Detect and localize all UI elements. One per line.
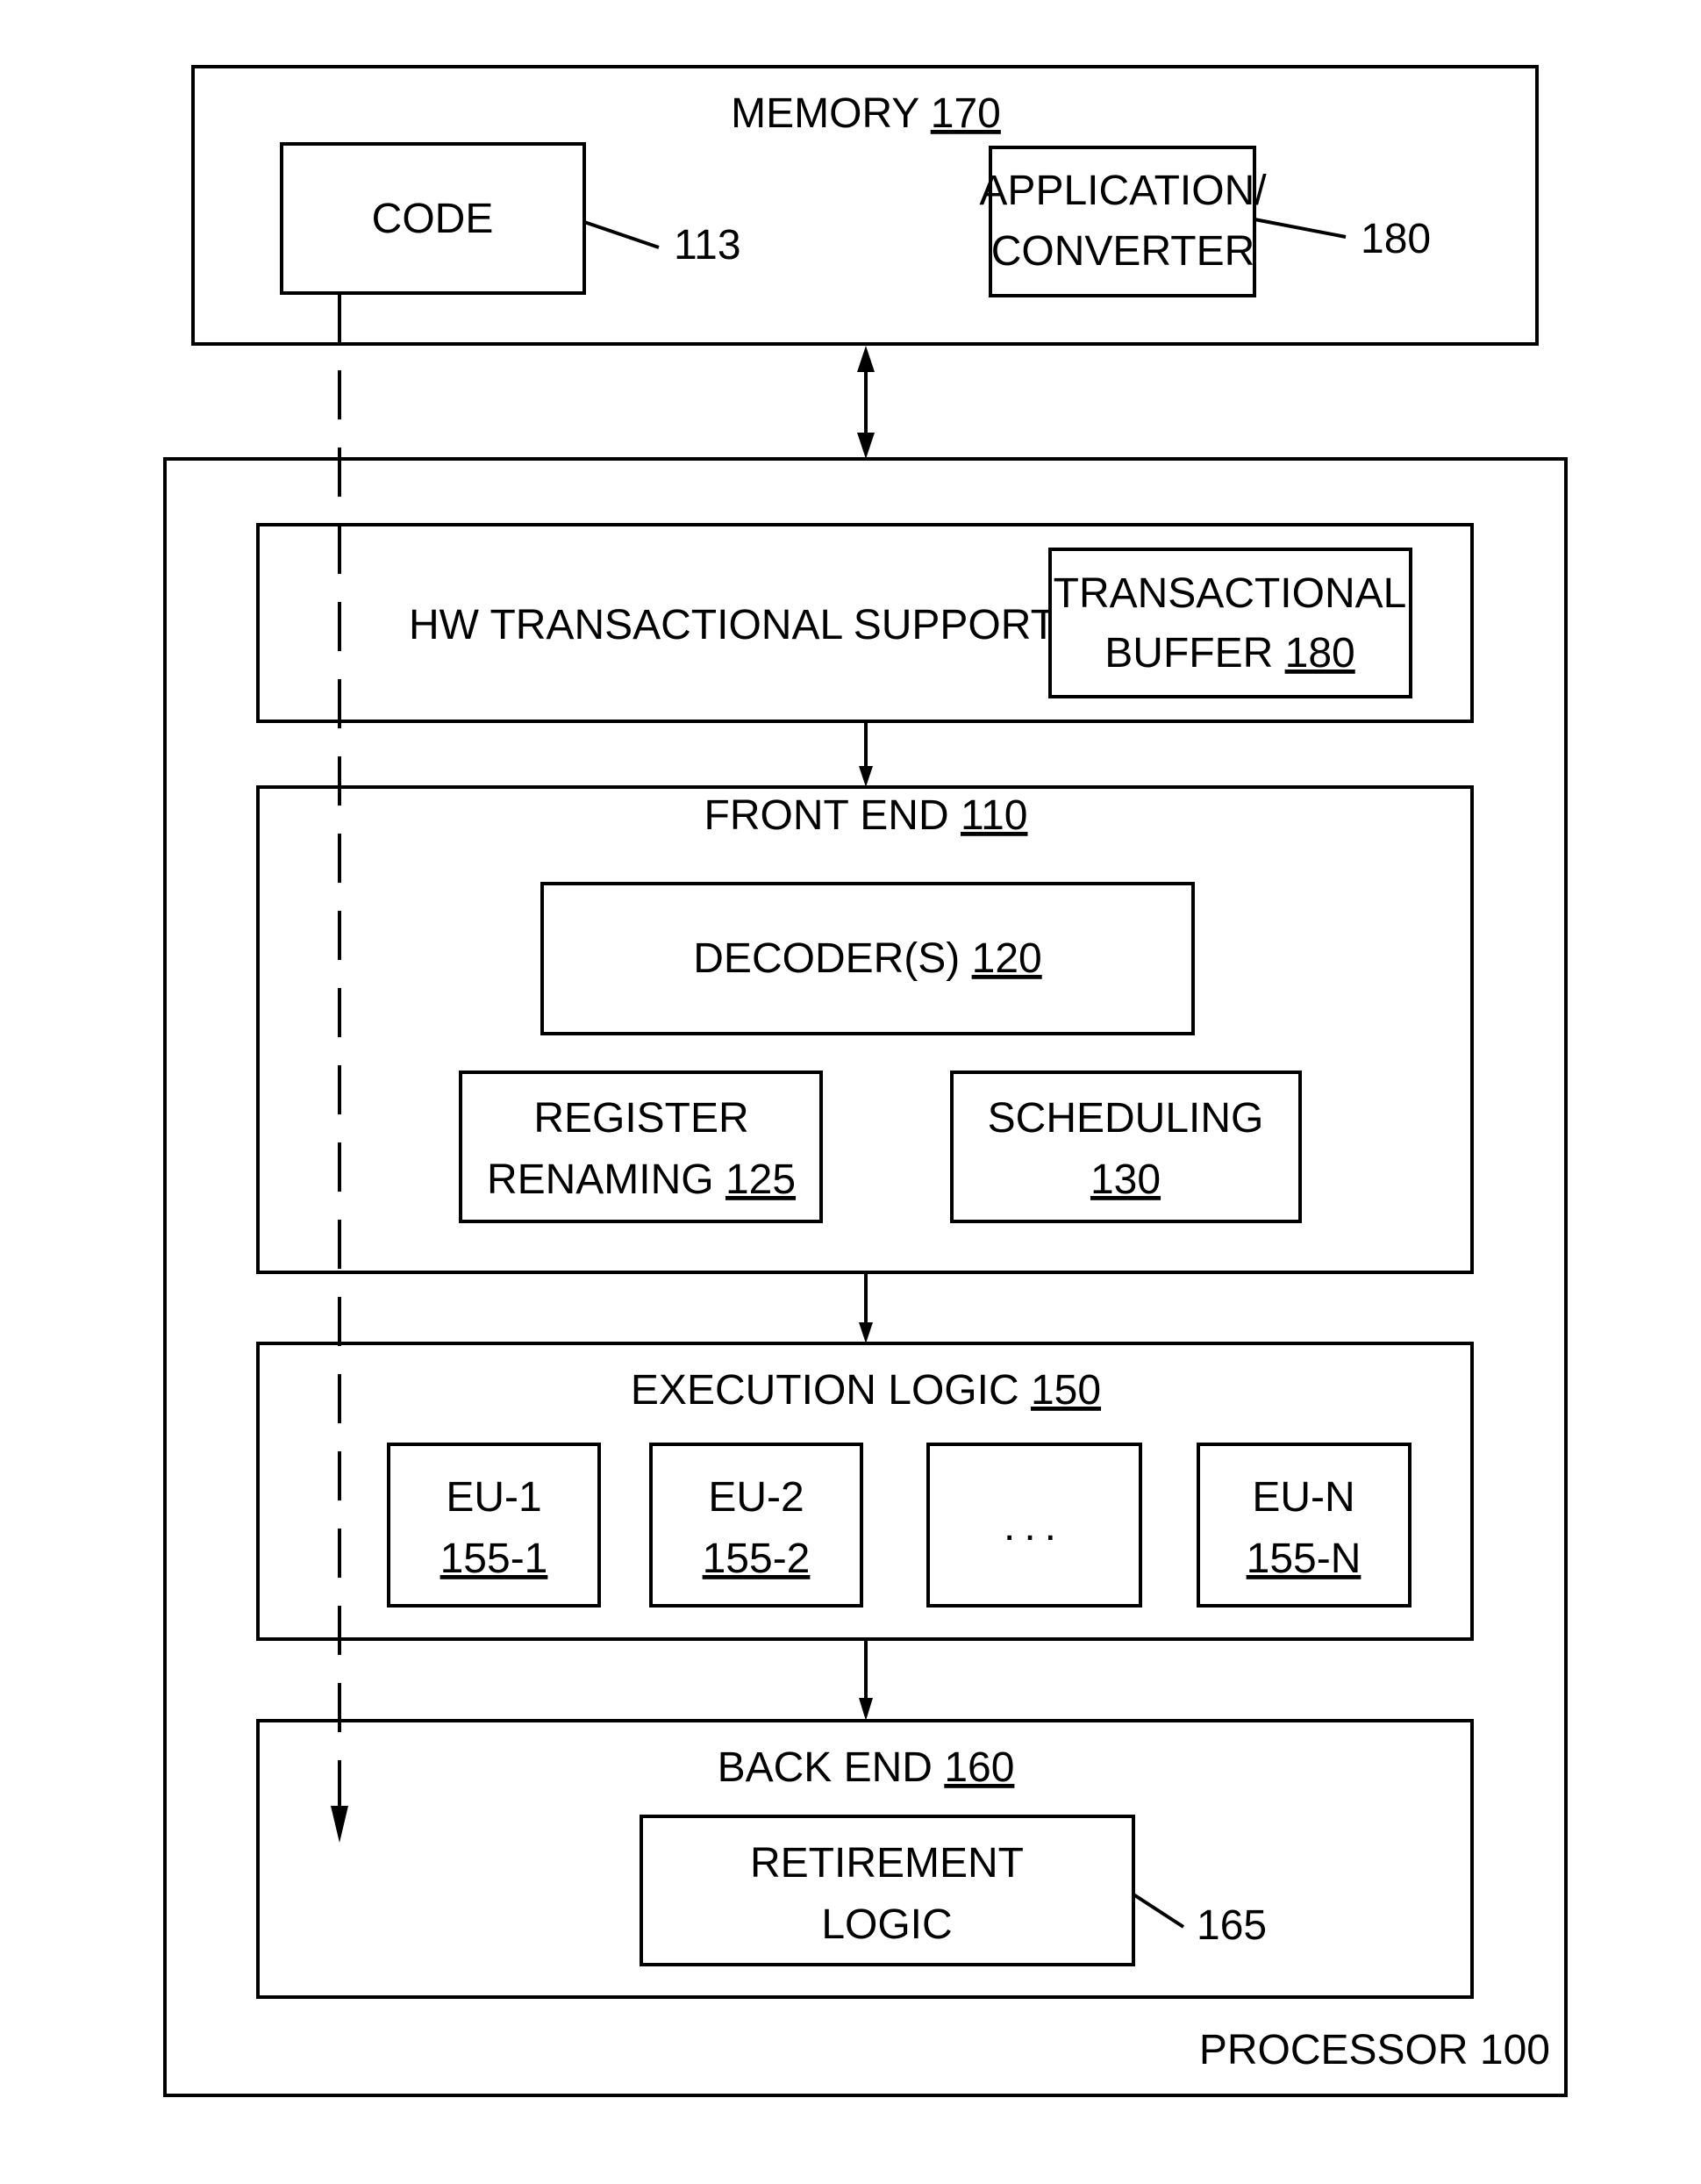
scheduling-label: SCHEDULING [988,1095,1264,1142]
scheduling-ref: 130 [1090,1156,1161,1203]
hw-transactional-support-block: HW TRANSACTIONAL SUPPORT 175 TRANSACTION… [256,523,1474,723]
execution-logic-label: EXECUTION LOGIC 150 [631,1367,1101,1414]
retirement-logic-label-line2: LOGIC [821,1901,952,1948]
code-ref-label: 113 [674,222,741,269]
processor-label: PROCESSOR 100 [1199,2027,1550,2073]
arrow-frontend-to-execution [859,1272,873,1343]
transactional-buffer-label-line2: BUFFER 180 [1104,630,1354,677]
application-converter-label-line1: APPLICATION/ [979,168,1267,214]
arrow-down-icon [859,766,873,787]
decoders-label: DECODER(S) 120 [693,935,1041,982]
execution-unit-ref: 155-N [1247,1536,1362,1582]
execution-unit-name: EU-N [1252,1474,1354,1521]
retirement-logic-ref-label: 165 [1197,1902,1267,1949]
arrow-down-icon [859,1698,873,1721]
memory-label: MEMORY 170 [731,90,1001,137]
front-end-label: FRONT END 110 [704,792,1028,839]
processor-block-diagram: MEMORY 170 CODE 113 APPLICATION/ CONVERT… [163,65,1568,2097]
register-renaming-label-line1: REGISTER [533,1095,748,1142]
front-end-block: FRONT END 110 DECODER(S) 120 REGISTER RE… [256,785,1474,1274]
register-renaming-label-line2: RENAMING 125 [487,1156,796,1203]
memory-processor-bus-arrow [857,346,875,459]
execution-unit-ref: 155-2 [703,1536,811,1582]
memory-block: MEMORY 170 CODE 113 APPLICATION/ CONVERT… [191,65,1539,346]
arrow-execution-to-backend [859,1639,873,1721]
arrow-down-icon [859,1322,873,1343]
application-converter-ref-label: 180 [1361,216,1431,262]
execution-unit-name: EU-1 [446,1474,541,1521]
ellipsis-icon: ... [1004,1503,1065,1550]
retirement-logic-label-line1: RETIREMENT [750,1840,1024,1887]
back-end-block: BACK END 160 RETIREMENT LOGIC 165 [256,1719,1474,1999]
arrow-up-icon [857,346,875,372]
hw-transactional-support-label: HW TRANSACTIONAL SUPPORT 175 [409,602,1137,648]
execution-unit-ref: 155-1 [440,1536,548,1582]
back-end-label: BACK END 160 [718,1744,1015,1791]
arrow-down-icon [857,433,875,459]
transactional-buffer-label-line1: TRANSACTIONAL [1054,570,1407,617]
application-converter-label-line2: CONVERTER [991,228,1255,275]
code-label: CODE [372,196,494,242]
execution-unit-name: EU-2 [708,1474,804,1521]
arrow-hw-to-frontend [859,721,873,787]
execution-logic-block: EXECUTION LOGIC 150 EU-1 155-1 EU-2 155-… [256,1342,1474,1641]
